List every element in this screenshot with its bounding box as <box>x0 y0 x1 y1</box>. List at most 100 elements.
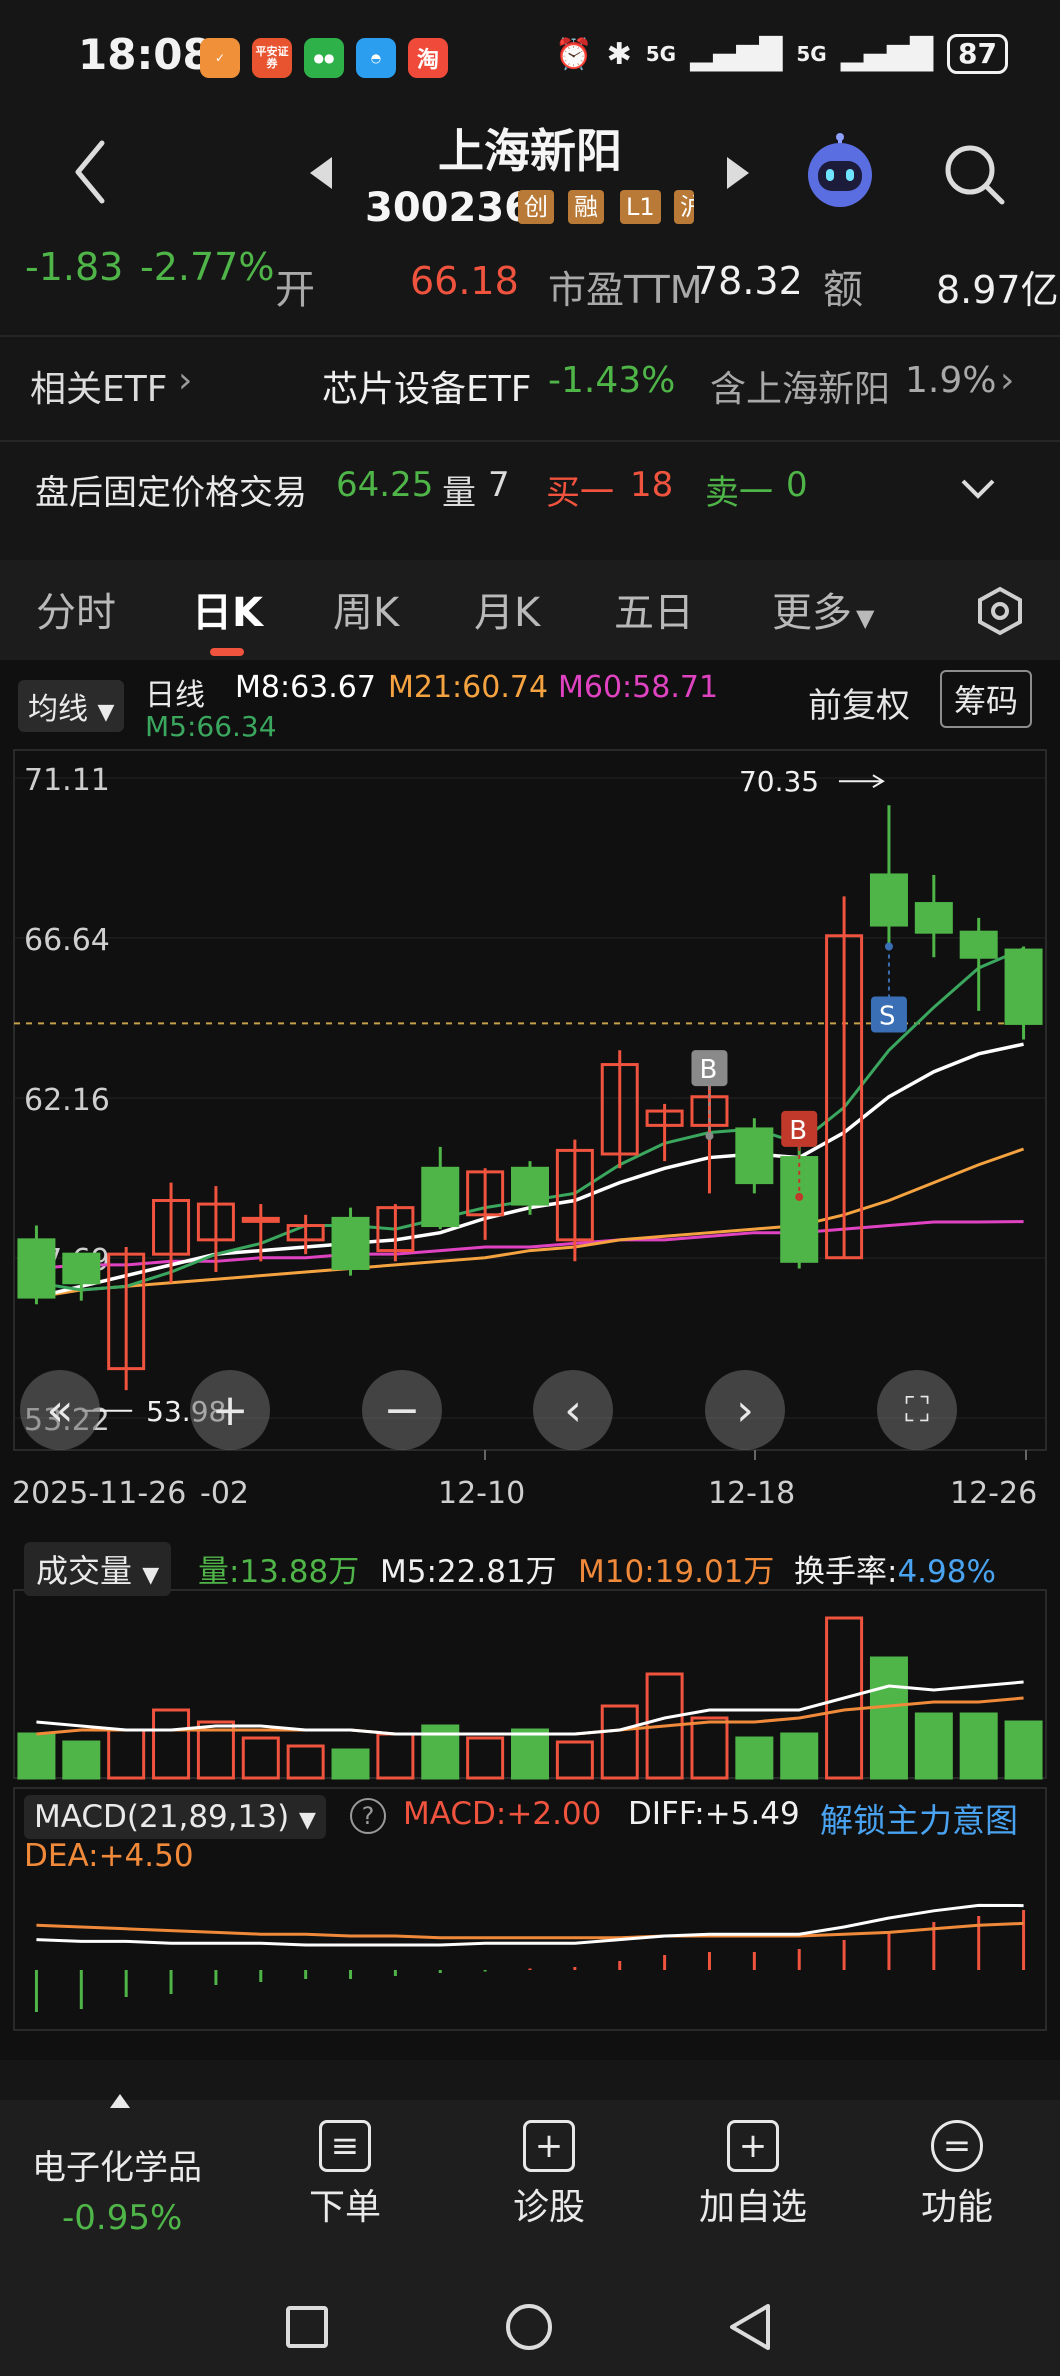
dropdown-arrow-icon: ▼ <box>142 1563 160 1588</box>
dropdown-arrow-icon: ▼ <box>856 604 875 632</box>
main-panel-frame <box>13 749 1047 1451</box>
signal-bars-icon-2: ▂▄▆█ <box>840 36 934 72</box>
change-pct: -2.77% <box>140 245 275 289</box>
recent-apps-icon[interactable] <box>285 2305 329 2349</box>
volume-bar <box>62 1740 101 1780</box>
divider <box>0 335 1060 337</box>
diagnose-button[interactable]: + 诊股 <box>474 2120 624 2230</box>
assistant-robot-icon[interactable] <box>800 133 880 213</box>
chevron-right-icon: › <box>1000 360 1015 401</box>
candle-down <box>914 902 953 934</box>
dea-value: DEA:+4.50 <box>24 1838 194 1874</box>
scroll-right-icon[interactable]: › <box>705 1370 785 1450</box>
status-bar: 18:08 ✓ 平安证券 ●● ◓ 淘 ⏰ ✱ 5G ▂▄▆█ 5G ▂▄▆█ … <box>0 0 1060 115</box>
tab-five-day[interactable]: 五日 <box>614 580 694 638</box>
volume-bar <box>869 1656 908 1780</box>
tag-l1: L1 <box>620 190 661 224</box>
unlock-link[interactable]: 解锁主力意图 <box>820 1794 1018 1842</box>
active-tab-indicator <box>210 648 244 656</box>
related-etf-row[interactable]: 相关ETF › 芯片设备ETF -1.43% 含上海新阳 1.9% › <box>0 360 1060 430</box>
candle-down <box>735 1127 774 1185</box>
candle-down <box>959 930 998 959</box>
next-stock-icon[interactable] <box>725 155 751 191</box>
zoom-out-icon[interactable]: − <box>362 1370 442 1450</box>
volume-selector[interactable]: 成交量 ▼ <box>24 1542 172 1596</box>
tab-monthly-k[interactable]: 月K <box>474 580 540 638</box>
fullscreen-icon[interactable]: ⛶ <box>877 1370 957 1450</box>
settings-hex-icon[interactable] <box>975 586 1025 636</box>
diagnose-icon: + <box>523 2120 575 2172</box>
y-tick-label: 71.11 <box>24 763 110 798</box>
dropdown-arrow-icon: ▼ <box>299 1808 316 1833</box>
change-value: -1.83 <box>25 245 124 289</box>
candle-down <box>421 1166 460 1228</box>
scroll-left-icon[interactable]: ‹ <box>533 1370 613 1450</box>
volume-bar <box>466 1736 505 1780</box>
app-icon-orange: ✓ <box>200 38 240 78</box>
sector-pct: -0.95% <box>62 2198 183 2238</box>
macd-selector[interactable]: MACD(21,89,13) ▼ <box>24 1795 326 1839</box>
chevron-right-icon: › <box>178 360 193 401</box>
section-tab-strip <box>0 2062 1060 2102</box>
alarm-icon: ⏰ <box>555 36 593 72</box>
vol-m5: M5:22.81万 <box>380 1554 557 1590</box>
after-hours-label: 盘后固定价格交易 <box>35 473 307 513</box>
help-icon[interactable]: ? <box>350 1798 386 1834</box>
signal-dot <box>705 1132 714 1141</box>
after-hours-row[interactable]: 盘后固定价格交易 64.25 量 7 买一 18 卖一 0 <box>0 465 1060 535</box>
pe-value: 78.32 <box>694 259 803 303</box>
buy-signal-label: B <box>789 1116 807 1146</box>
buy-signal-label: B <box>699 1055 717 1085</box>
order-button[interactable]: ≡ 下单 <box>270 2120 420 2230</box>
signal-dot <box>795 1192 804 1201</box>
volume-bar <box>331 1748 370 1780</box>
sector-name[interactable]: 电子化学品 <box>32 2140 202 2189</box>
etf-weight: 1.9% <box>905 360 997 401</box>
tab-more[interactable]: 更多 ▼ <box>772 580 874 638</box>
add-watchlist-icon: + <box>727 2120 779 2172</box>
volume-bar <box>17 1732 56 1780</box>
diff-value: DIFF:+5.49 <box>628 1796 800 1832</box>
candle-up <box>241 1216 280 1223</box>
signal-dot <box>884 942 893 951</box>
volume-bar <box>780 1732 819 1780</box>
chart-area: 均线 ▼ 日线 M8:63.67 M21:60.74 M60:58.71 M5:… <box>0 660 1060 2060</box>
x-tick-label: 2025-11-26 <box>12 1476 186 1511</box>
y-tick-label: 62.16 <box>24 1083 110 1118</box>
volume-bar <box>286 1744 325 1780</box>
volume-bar <box>914 1712 953 1780</box>
battery-indicator: 87 <box>947 34 1008 74</box>
tab-daily-k[interactable]: 日K <box>192 580 263 638</box>
tag-rong: 融 <box>568 190 604 224</box>
home-icon[interactable] <box>505 2303 553 2351</box>
sell1-value: 0 <box>786 465 808 505</box>
volume-bar <box>241 1736 280 1780</box>
divider <box>0 440 1060 442</box>
signal-bars-icon: ▂▄▆█ <box>690 36 783 72</box>
open-label: 开 <box>275 267 315 313</box>
status-time: 18:08 <box>78 30 212 79</box>
rewind-icon[interactable]: « <box>20 1370 100 1450</box>
system-nav <box>0 2275 1060 2376</box>
sell1-label: 卖一 <box>705 473 773 513</box>
chevron-down-icon[interactable] <box>960 477 996 501</box>
zoom-in-icon[interactable]: + <box>190 1370 270 1450</box>
tab-intraday[interactable]: 分时 <box>36 580 116 638</box>
add-watchlist-button[interactable]: + 加自选 <box>678 2120 828 2230</box>
volume-bar <box>1004 1720 1043 1780</box>
bottom-bar: 电子化学品 -0.95% ≡ 下单 + 诊股 + 加自选 = 功能 <box>0 2094 1060 2275</box>
volume-bar <box>376 1732 415 1780</box>
tag-chuang: 创 <box>518 190 554 224</box>
quote-row: -1.83 -2.77% 开 66.18 市盈TTM 78.32 额 8.97亿 <box>0 245 1060 330</box>
tab-weekly-k[interactable]: 周K <box>333 580 399 638</box>
volume-bar <box>959 1712 998 1780</box>
after-hours-price: 64.25 <box>336 465 434 505</box>
stock-code: 300236 <box>365 185 532 231</box>
volume-bar <box>690 1716 729 1780</box>
x-tick-label: 12-10 <box>438 1476 525 1511</box>
vol-m10: M10:19.01万 <box>578 1554 775 1590</box>
menu-button[interactable]: = 功能 <box>882 2120 1032 2230</box>
turnover-label: 换手率:4.98% <box>794 1554 996 1590</box>
search-icon[interactable] <box>940 140 1010 210</box>
back-nav-icon[interactable] <box>728 2303 772 2351</box>
